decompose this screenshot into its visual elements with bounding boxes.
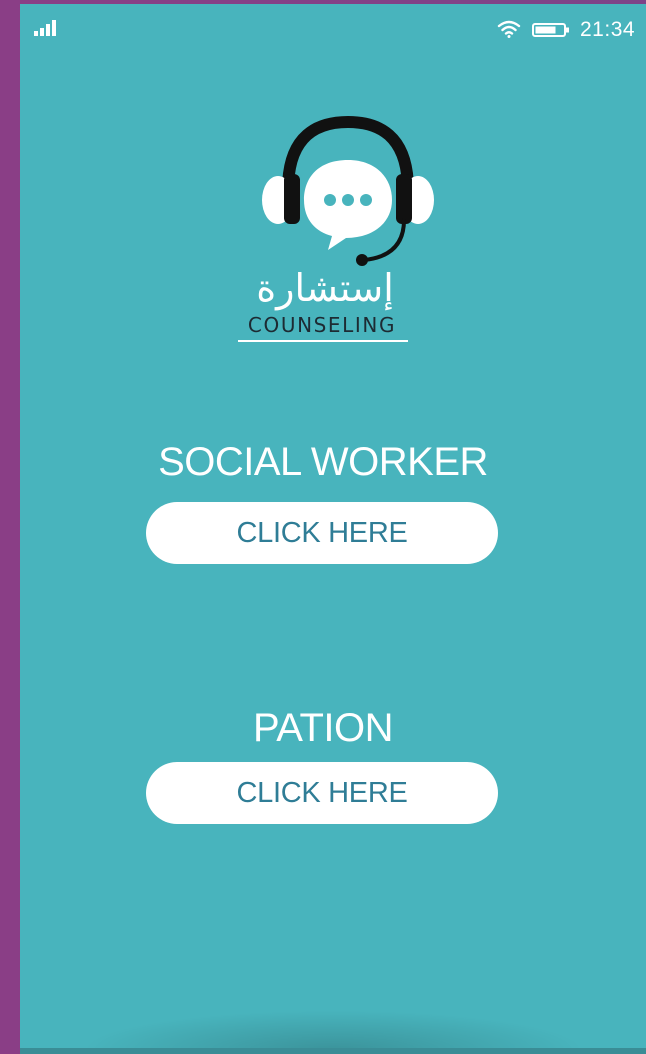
headset-chat-icon (262, 116, 434, 266)
pation-title: PATION (253, 706, 393, 750)
social-worker-click-button[interactable]: CLICK HERE (146, 502, 498, 564)
social-worker-title: SOCIAL WORKER (158, 440, 488, 484)
status-bar: 21:34 (20, 4, 646, 54)
status-time: 21:34 (580, 18, 636, 41)
app-screen: 21:34 إستشارة COUNSELING SOCIAL WORKER C… (20, 4, 646, 1050)
signal-icon (34, 20, 56, 36)
pation-click-button[interactable]: CLICK HERE (146, 762, 498, 824)
wifi-icon (497, 20, 521, 38)
logo-underline (238, 340, 408, 342)
battery-icon (532, 23, 569, 37)
bottom-edge (20, 1048, 646, 1054)
logo-arabic-text: إستشارة (256, 266, 394, 310)
logo-english-text: COUNSELING (247, 313, 397, 337)
